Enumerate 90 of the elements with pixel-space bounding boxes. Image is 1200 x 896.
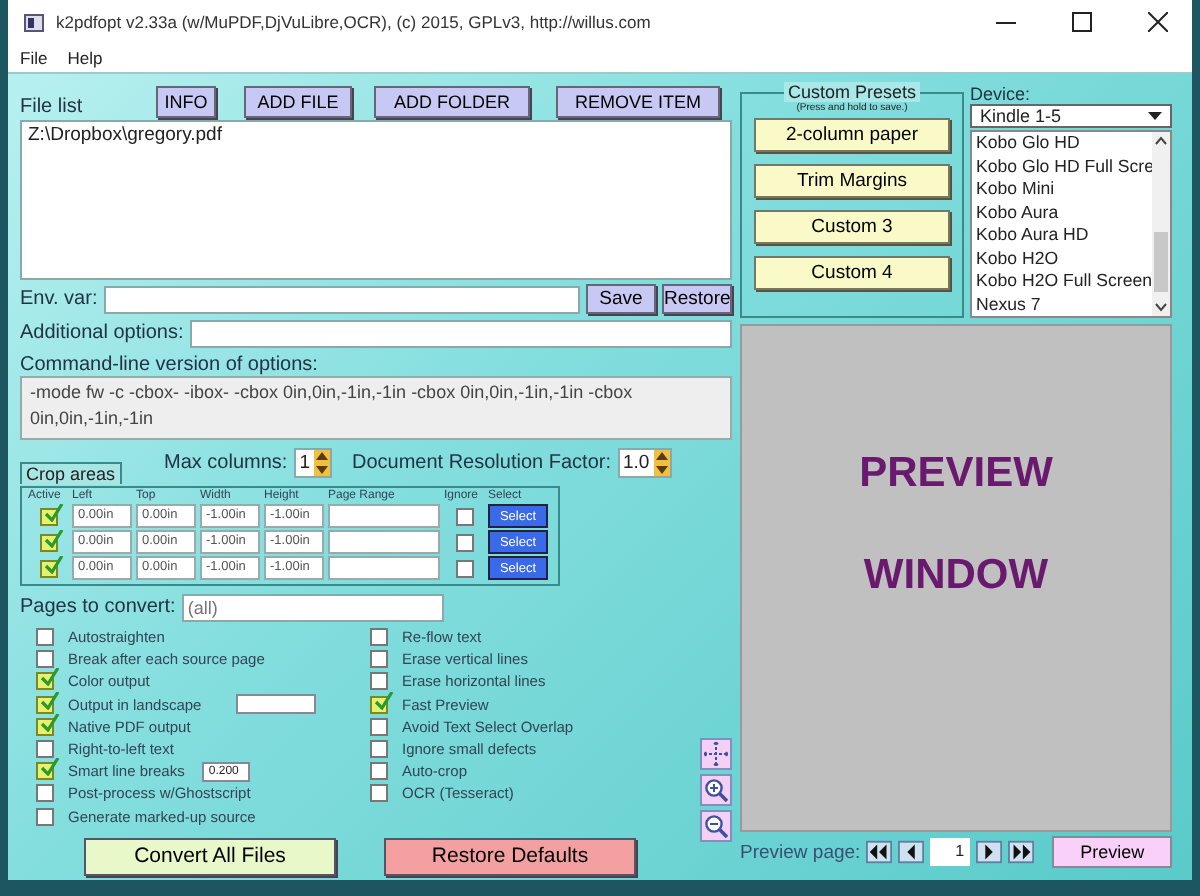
zoom-out-icon (704, 814, 728, 838)
input-field[interactable] (189, 319, 732, 347)
window-title: k2pdfopt v2.33a (w/MuPDF,DjVuLibre,OCR), (c) 2015, GPLv3, http://willus.com (56, 12, 653, 32)
checkbox[interactable] (39, 533, 57, 551)
dropdown-arrow-icon (1148, 112, 1162, 120)
input-field[interactable] (328, 530, 440, 554)
label: Additional options: (20, 322, 184, 344)
input-field[interactable] (103, 285, 580, 313)
toolbar-button[interactable]: ADD FOLDER (374, 86, 530, 118)
checkbox[interactable] (36, 717, 54, 736)
input-field[interactable]: (all) (181, 593, 444, 621)
spin-arrows-icon[interactable] (653, 449, 670, 475)
checkbox[interactable] (455, 533, 473, 551)
next-page-icon[interactable] (976, 840, 1003, 864)
checkbox[interactable] (36, 650, 54, 669)
group-title: Custom Presets (783, 82, 921, 102)
list-item[interactable]: Kobo Aura HD (972, 224, 1152, 247)
checkbox[interactable] (370, 650, 388, 669)
checkbox[interactable] (36, 784, 54, 803)
checkbox[interactable] (370, 784, 388, 803)
zoom-in-button[interactable] (700, 774, 732, 806)
button[interactable]: Restore (662, 284, 732, 314)
toolbar-button[interactable]: ADD FILE (244, 86, 352, 118)
input-field[interactable] (328, 556, 440, 580)
checkbox[interactable] (36, 762, 54, 781)
device-dropdown[interactable]: Kindle 1-5 (970, 104, 1172, 128)
checkbox[interactable] (370, 672, 388, 691)
list-item[interactable]: Kobo H2O Full Screen (972, 270, 1152, 293)
preview-button[interactable]: Preview (1052, 836, 1172, 868)
list-item[interactable]: Kobo Mini (972, 178, 1152, 201)
list-item[interactable]: Kobo Glo HD (972, 132, 1152, 155)
checkbox[interactable] (36, 695, 54, 714)
toolbar-button[interactable]: REMOVE ITEM (556, 86, 720, 118)
spin-field[interactable]: 1.0 (617, 447, 672, 477)
checkbox[interactable] (370, 762, 388, 781)
move-icon (704, 742, 728, 766)
checkbox[interactable] (455, 559, 473, 577)
list-item[interactable]: Nexus 7 (972, 293, 1152, 316)
checkbox[interactable] (370, 628, 388, 647)
label: Max columns: (164, 451, 288, 473)
label: Pages to convert: (20, 596, 176, 618)
checkbox[interactable] (370, 740, 388, 759)
last-page-icon[interactable] (1008, 840, 1035, 864)
label: Env. var: (20, 288, 98, 310)
first-page-icon[interactable] (866, 840, 893, 864)
checkbox[interactable] (39, 507, 57, 525)
spin-arrows-icon[interactable] (313, 449, 330, 475)
checkbox[interactable] (455, 507, 473, 525)
preview-text: PREVIEW (859, 450, 1053, 498)
checkbox[interactable] (39, 559, 57, 577)
label: Document Resolution Factor: (351, 451, 611, 473)
input-field[interactable] (328, 504, 440, 528)
action-button[interactable]: Convert All Files (84, 837, 336, 876)
preset-button[interactable]: Trim Margins (754, 164, 950, 198)
checkbox[interactable] (36, 628, 54, 647)
list-item[interactable]: Kobo H2O (972, 247, 1152, 270)
action-button[interactable]: Restore Defaults (384, 837, 636, 876)
checkbox[interactable] (36, 807, 54, 826)
toolbar-button[interactable]: INFO (156, 86, 216, 118)
checkbox[interactable] (370, 695, 388, 714)
spin-field[interactable]: 1 (293, 447, 332, 477)
file-path[interactable]: Z:\Dropbox\gregory.pdf (28, 124, 724, 146)
scrollbar[interactable] (1152, 132, 1170, 316)
command-line-text: -mode fw -c -cbox- -ibox- -cbox 0in,0in,-1in,-1in -cbox 0in,0in,-1in,-1in -cbox 0in,0in,-1in,-1in (20, 376, 732, 440)
checkbox[interactable] (36, 672, 54, 691)
label: Preview page: (740, 841, 861, 863)
file-list[interactable]: Z:\Dropbox\gregory.pdf (20, 120, 732, 280)
menu-item[interactable]: Help (67, 48, 103, 68)
input-field[interactable]: 1 (930, 838, 971, 866)
label: File list (20, 96, 85, 118)
menu-item[interactable]: File (20, 48, 48, 68)
group-title: Crop areas (20, 462, 122, 484)
preset-button[interactable]: Custom 4 (754, 256, 950, 290)
maximize-icon[interactable] (1072, 12, 1092, 32)
preset-button[interactable]: 2-column paper (754, 118, 950, 152)
move-button[interactable] (700, 738, 732, 770)
zoom-in-icon (704, 778, 728, 802)
close-icon[interactable] (1148, 12, 1168, 32)
preview-text: WINDOW (863, 552, 1049, 600)
label: Device: (970, 84, 1033, 104)
app-icon (24, 13, 44, 31)
checkbox[interactable] (370, 717, 388, 736)
preset-button[interactable]: Custom 3 (754, 210, 950, 244)
list-item[interactable]: Kobo Aura (972, 201, 1152, 224)
label: Command-line version of options: (20, 354, 320, 376)
button[interactable]: Save (586, 284, 656, 314)
input-field[interactable] (235, 694, 316, 715)
checkbox[interactable] (36, 740, 54, 759)
previous-page-icon[interactable] (898, 840, 925, 864)
zoom-out-button[interactable] (700, 810, 732, 842)
